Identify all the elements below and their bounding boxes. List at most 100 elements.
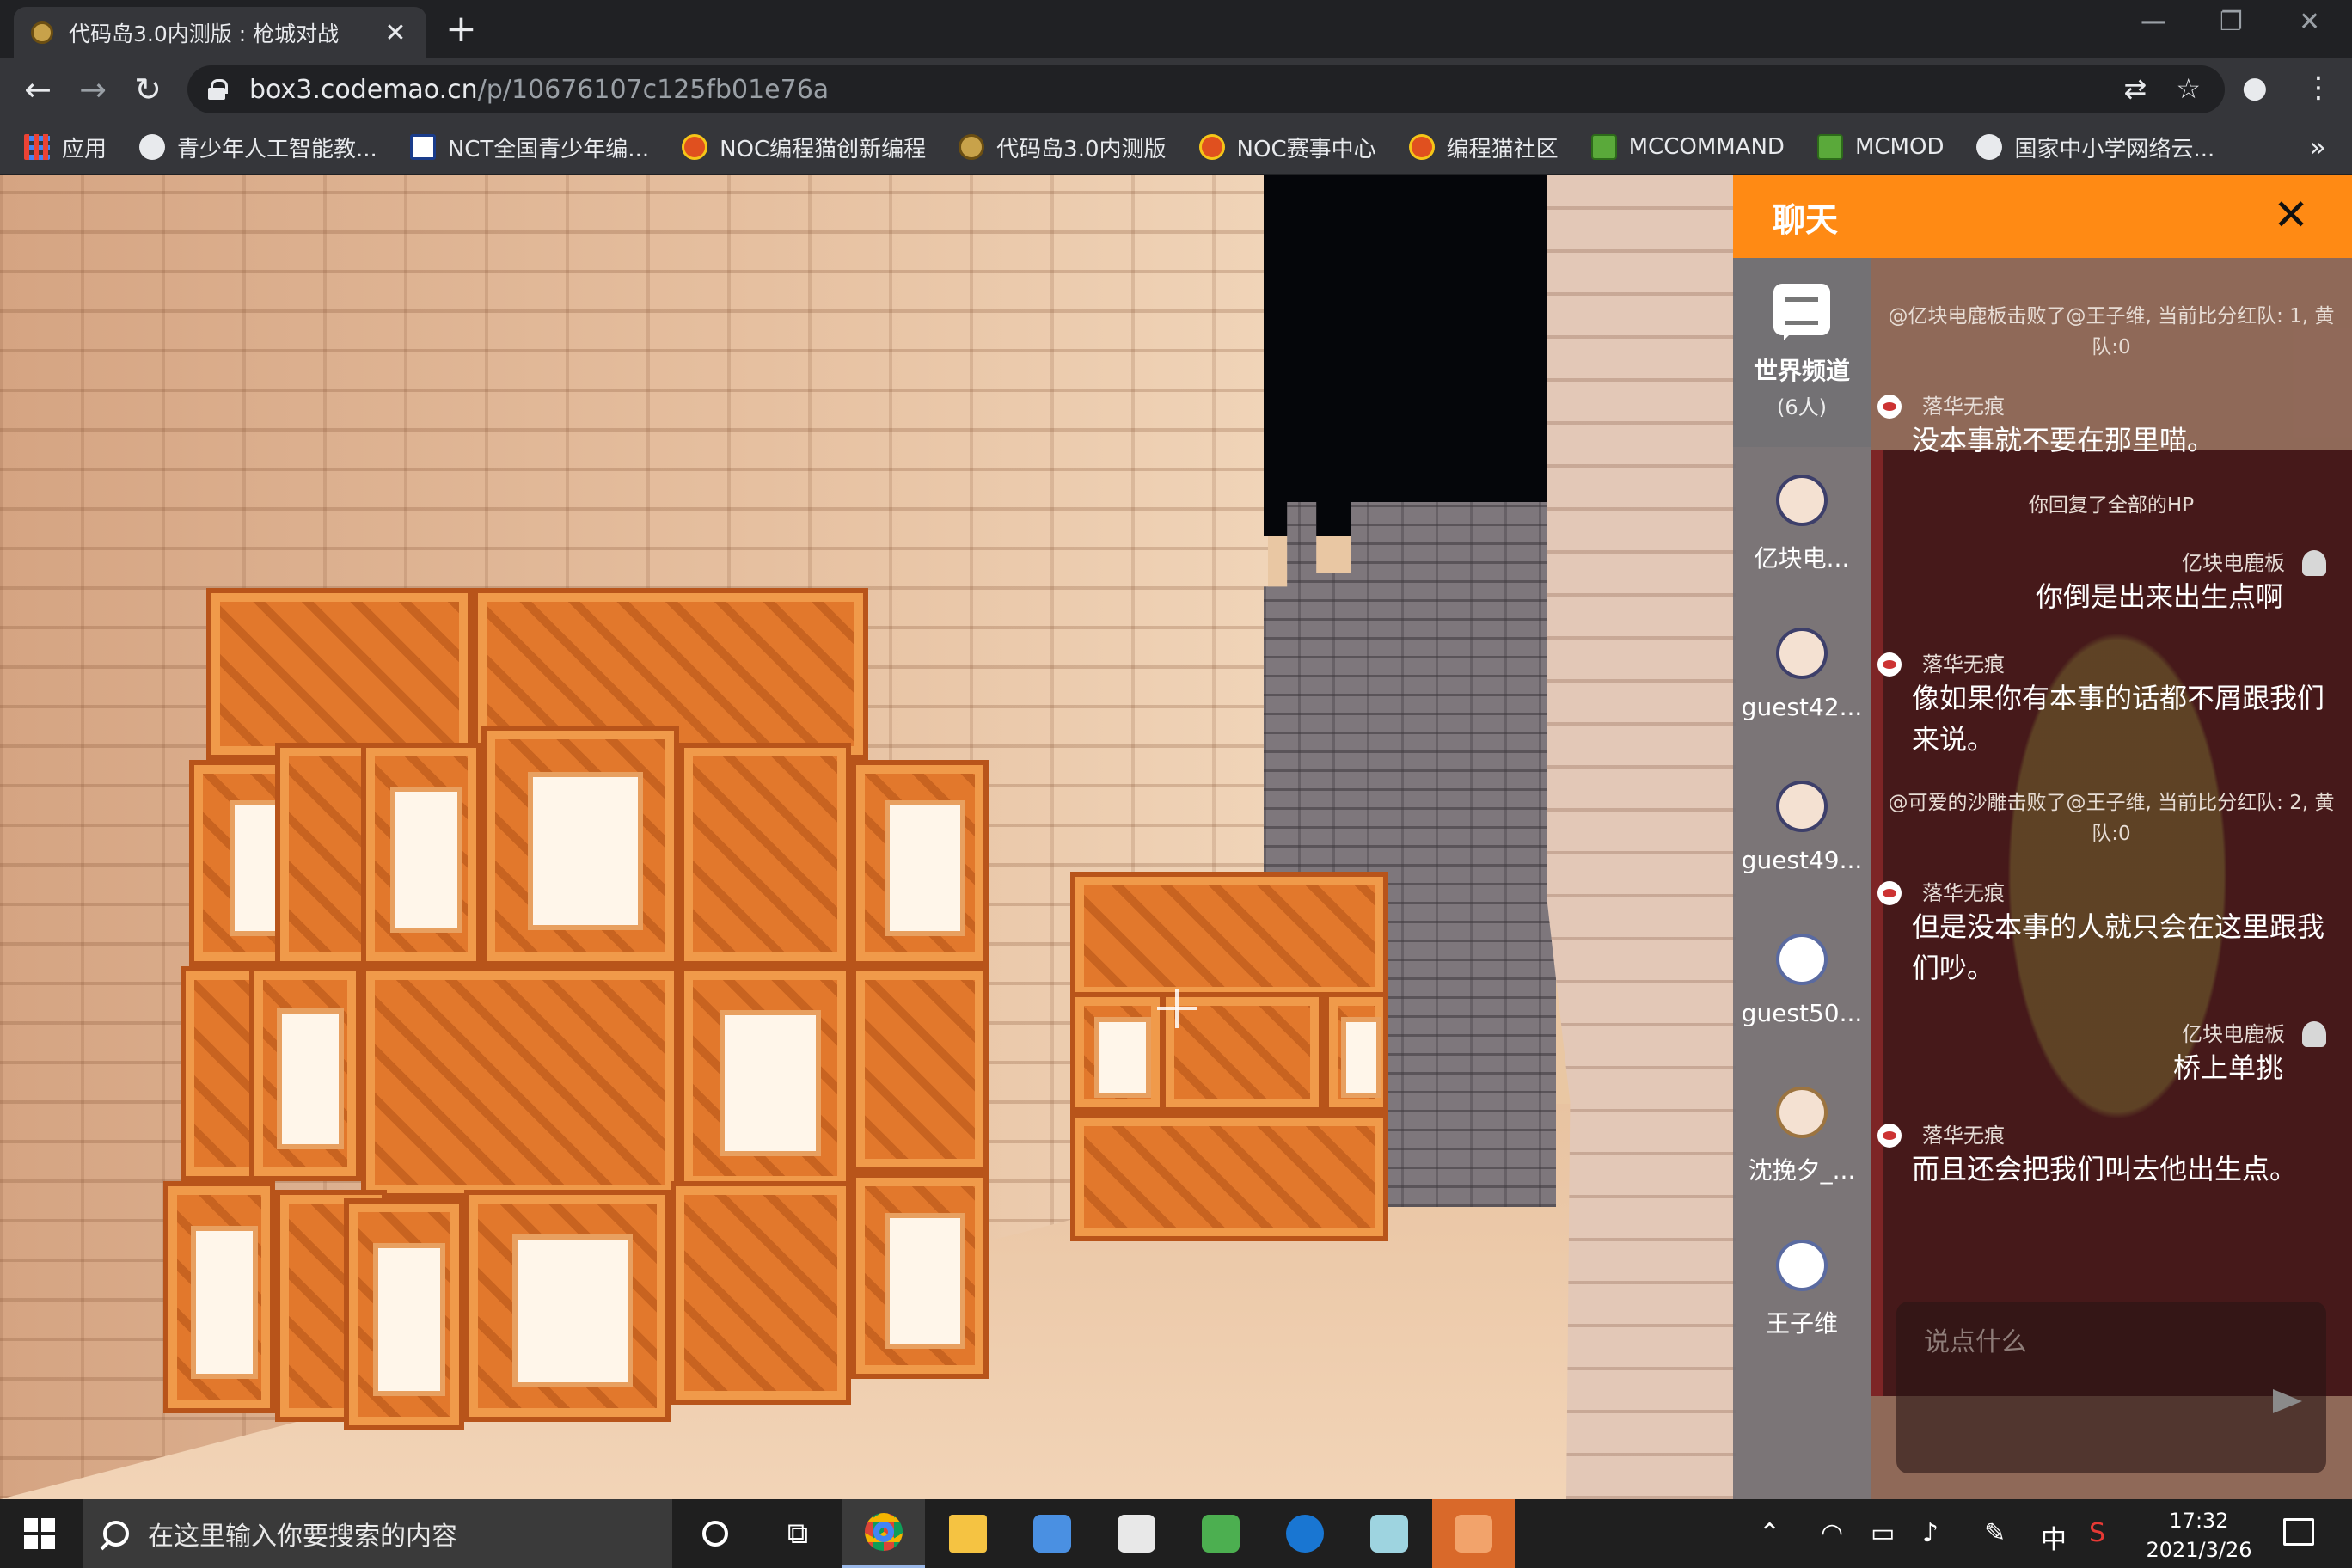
message-text: 但是没本事的人就只会在这里跟我们吵。 (1912, 910, 2325, 984)
notes-app-icon[interactable] (1348, 1499, 1430, 1568)
chat-header: 聊天 ✕ (1733, 175, 2352, 258)
bookmark-ai-edu[interactable]: 青少年人工智能教... (139, 132, 377, 163)
crate (249, 966, 361, 1181)
taskbar-search[interactable]: 在这里输入你要搜索的内容 (83, 1499, 672, 1568)
bookmark-mcmod[interactable]: MCMOD (1816, 134, 1944, 160)
bookmark-label: NCT全国青少年编... (447, 136, 650, 162)
new-tab-button[interactable]: + (445, 9, 477, 50)
system-clock[interactable]: 17:32 2021/3/26 (2139, 1506, 2259, 1565)
tab-strip: 代码岛3.0内测版 : 枪城对战 ✕ + — ❐ ✕ (0, 0, 2352, 58)
world-channel-tab[interactable]: 世界频道 (6人) (1733, 258, 1871, 447)
pinned-app-icon[interactable] (1432, 1499, 1515, 1568)
tray-chevron-icon[interactable]: ⌃ (1759, 1518, 1780, 1548)
member-item[interactable]: 王子维 (1733, 1231, 1871, 1384)
bookmark-label: NOC赛事中心 (1236, 136, 1376, 162)
chat-title: 聊天 (1773, 200, 1839, 239)
crate (344, 1198, 464, 1430)
crate (679, 743, 851, 966)
member-item[interactable]: 亿块电... (1733, 466, 1871, 619)
more-bookmarks-chevron-icon[interactable]: » (2309, 131, 2326, 163)
browser-tab[interactable]: 代码岛3.0内测版 : 枪城对战 ✕ (14, 7, 426, 58)
back-arrow-icon[interactable]: ← (21, 72, 55, 107)
notification-center-icon[interactable] (2283, 1518, 2314, 1546)
chat-close-icon[interactable]: ✕ (2273, 191, 2309, 239)
task-view-icon[interactable]: ⧉ (756, 1499, 839, 1568)
bookmark-codemao-community[interactable]: 编程猫社区 (1408, 132, 1559, 163)
player-ghost-icon (2302, 550, 2326, 576)
crate (1070, 872, 1388, 1001)
file-explorer-icon[interactable] (927, 1499, 1009, 1568)
more-menu-icon[interactable]: ⋮ (2304, 70, 2333, 105)
minimize-icon[interactable]: — (2141, 7, 2166, 37)
search-placeholder: 在这里输入你要搜索的内容 (148, 1522, 457, 1552)
apps-grid-icon (24, 134, 50, 160)
tab-close-icon[interactable]: ✕ (382, 18, 409, 48)
bookmark-star-icon[interactable]: ☆ (2176, 72, 2201, 105)
bookmark-box3[interactable]: 代码岛3.0内测版 (959, 132, 1167, 163)
pen-icon[interactable]: ✎ (1984, 1518, 2006, 1548)
player-cat-icon (1877, 881, 1902, 905)
bookmark-label: 国家中小学网络云... (2014, 136, 2215, 162)
sogou-ime-icon[interactable]: S (2089, 1518, 2105, 1548)
clock-date: 2021/3/26 (2146, 1538, 2252, 1562)
send-icon[interactable] (2273, 1389, 2302, 1413)
maps-app-icon[interactable] (1011, 1499, 1093, 1568)
message-author: 亿块电鹿板 (2182, 1022, 2285, 1046)
bookmark-noc-codemao[interactable]: NOC编程猫创新编程 (682, 132, 926, 163)
avatar-plain-icon (1776, 934, 1828, 985)
chrome-icon[interactable] (842, 1499, 925, 1568)
globe-icon (139, 134, 166, 160)
crate (464, 1190, 671, 1422)
translate-icon[interactable]: ⇄ (2124, 72, 2147, 105)
member-item[interactable]: guest42... (1733, 619, 1871, 772)
wifi-icon[interactable]: ◠ (1821, 1518, 1843, 1548)
ime-indicator[interactable]: 中 (2041, 1518, 2067, 1556)
bookmark-mccommand[interactable]: MCCOMMAND (1590, 134, 1785, 160)
crate (361, 966, 679, 1198)
member-item[interactable]: guest50... (1733, 925, 1871, 1078)
member-name: guest50... (1741, 999, 1863, 1027)
document-app-icon[interactable] (1095, 1499, 1178, 1568)
sogou-app-icon[interactable] (1264, 1499, 1346, 1568)
chat-input[interactable]: 说点什么 (1896, 1302, 2326, 1473)
reload-icon[interactable]: ↻ (131, 72, 165, 107)
browser-toolbar: ← → ↻ box3.codemao.cn/p/10676107c125fb01… (0, 58, 2352, 120)
member-item[interactable]: guest49... (1733, 772, 1871, 925)
profile-icon[interactable]: ● (2242, 70, 2268, 105)
bookmark-apps[interactable]: 应用 (24, 132, 107, 163)
volume-icon[interactable]: ♪ (1922, 1518, 1939, 1548)
forward-arrow-icon[interactable]: → (76, 72, 110, 107)
cortana-icon[interactable] (674, 1499, 756, 1568)
windows-start-icon[interactable] (24, 1518, 55, 1549)
window-close-icon[interactable]: ✕ (2299, 7, 2320, 37)
member-item[interactable]: 沈挽夕_... (1733, 1078, 1871, 1231)
system-message: 你回复了全部的HP (2028, 494, 2195, 517)
url-host: box3.codemao.cn (249, 74, 478, 105)
channel-count: (6人) (1777, 395, 1827, 420)
message-text: 你倒是出来出生点啊 (2035, 580, 2283, 613)
address-bar[interactable]: box3.codemao.cn/p/10676107c125fb01e76a ⇄… (187, 65, 2225, 113)
member-name: 沈挽夕_... (1748, 1156, 1856, 1185)
channel-name: 世界频道 (1753, 357, 1850, 385)
green-app-icon[interactable] (1179, 1499, 1262, 1568)
bookmark-nct[interactable]: NCT全国青少年编... (409, 132, 650, 163)
crate (361, 743, 481, 966)
crosshair-icon (1157, 989, 1197, 1028)
avatar-officer-icon (1776, 628, 1828, 679)
battery-icon[interactable]: ▭ (1871, 1518, 1895, 1548)
message-author: 落华无痕 (1922, 1124, 2005, 1148)
chat-message-list[interactable]: @亿块电鹿板击败了@王子维, 当前比分红队: 1, 黄队:0 落华无痕 没本事就… (1871, 258, 2352, 1300)
message-author: 落华无痕 (1922, 652, 2005, 677)
chat-message: 落华无痕 没本事就不要在那里喵。 (1877, 394, 2342, 461)
nct-logo-icon (409, 134, 436, 160)
player-cat-icon (1877, 652, 1902, 677)
message-author: 落华无痕 (1922, 881, 2005, 905)
bookmark-national-cloud[interactable]: 国家中小学网络云... (1976, 132, 2214, 163)
avatar-plain-icon (1776, 1240, 1828, 1291)
box3-favicon-icon (31, 21, 53, 44)
crate (481, 726, 679, 966)
bookmark-noc-events[interactable]: NOC赛事中心 (1198, 132, 1376, 163)
lock-icon[interactable] (208, 79, 228, 100)
restore-icon[interactable]: ❐ (2220, 7, 2243, 37)
crate (163, 1181, 275, 1413)
